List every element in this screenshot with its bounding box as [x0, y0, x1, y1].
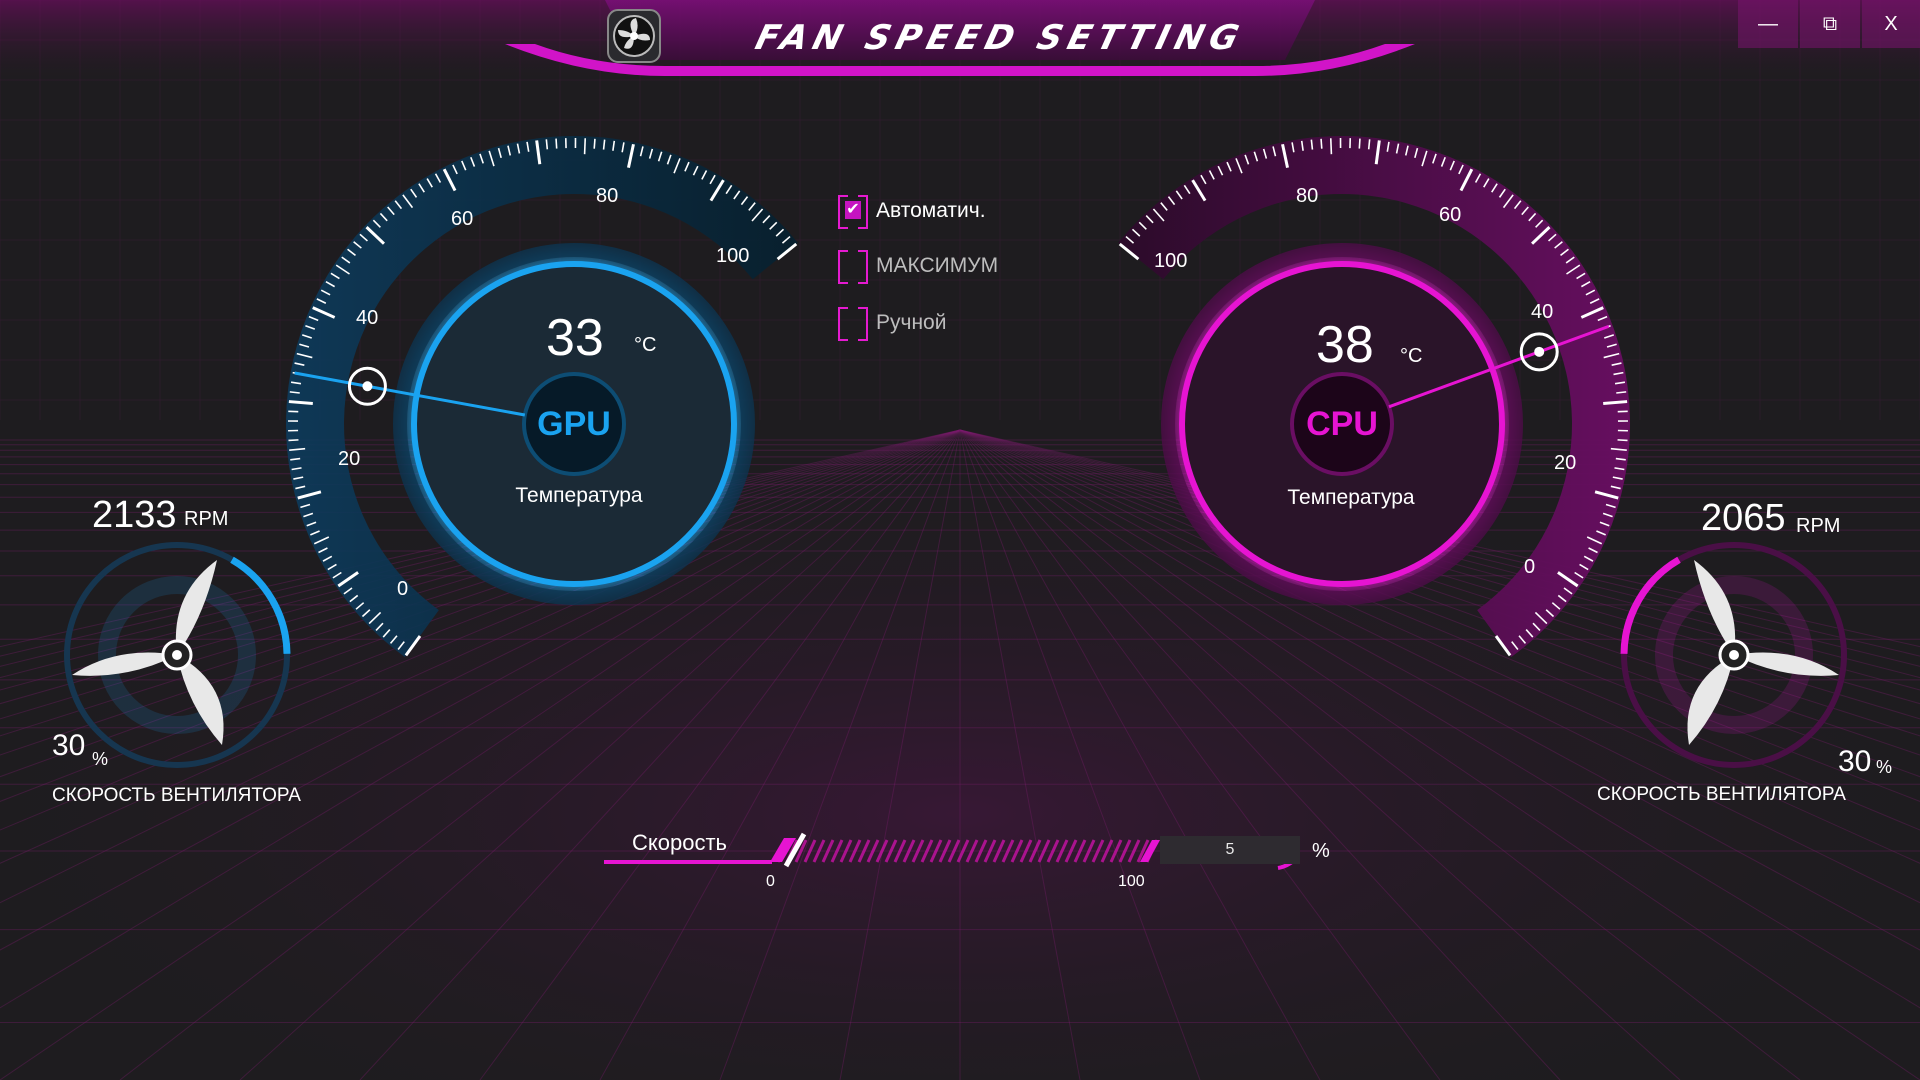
gpu-scale-40: 40 [356, 307, 379, 329]
cpu-scale-0: 0 [1524, 556, 1536, 578]
speed-min-label: 0 [766, 873, 775, 890]
cpu-fan-rpm-unit: RPM [1796, 515, 1841, 537]
gpu-fan-percent-unit: % [92, 749, 109, 769]
cpu-temperature-label: Температура [1287, 486, 1415, 509]
cpu-scale-100: 100 [1154, 250, 1188, 272]
cpu-fan-label: СКОРОСТЬ ВЕНТИЛЯТОРА [1597, 784, 1846, 805]
cpu-scale-80: 80 [1296, 185, 1319, 207]
mode-option-max[interactable]: МАКСИМУМ [838, 249, 999, 284]
gpu-needle-marker-icon [347, 366, 387, 406]
cpu-needle-marker-icon [1519, 332, 1559, 372]
cpu-scale-40: 40 [1531, 301, 1554, 323]
gpu-fan-gauge [64, 542, 291, 768]
speed-max-label: 100 [1118, 873, 1145, 890]
gpu-temperature-label: Температура [515, 484, 643, 507]
mode-option-auto[interactable]: ✔ Автоматич. [838, 194, 986, 229]
gpu-scale-0: 0 [397, 578, 409, 600]
cpu-temperature-unit: °C [1400, 345, 1423, 367]
gpu-gauge [286, 136, 798, 657]
speed-slider-track[interactable] [776, 839, 1159, 863]
cpu-fan-icon [1655, 560, 1839, 745]
mode-option-manual[interactable]: Ручной [838, 306, 947, 341]
gpu-chip-label: GPU [537, 405, 611, 443]
cpu-fan-gauge [1620, 542, 1847, 768]
gpu-fan-rpm-value: 2133 [92, 494, 177, 536]
gpu-temperature-value: 33 [546, 309, 604, 367]
cpu-fan-percent-unit: % [1876, 757, 1893, 777]
gauges-layer [64, 136, 1847, 870]
gpu-fan-icon [72, 560, 256, 745]
cpu-fan-rpm-value: 2065 [1701, 497, 1786, 539]
speed-label: Скорость [632, 830, 728, 855]
gpu-scale-100: 100 [716, 245, 750, 267]
mode-manual-label: Ручной [876, 311, 947, 334]
cpu-fan-percent-value: 30 [1838, 745, 1872, 778]
gpu-scale-80: 80 [596, 185, 619, 207]
gpu-fan-rpm-unit: RPM [184, 508, 229, 530]
gpu-fan-percent-value: 30 [52, 729, 86, 762]
mode-manual-checkbox[interactable] [838, 307, 868, 341]
mode-max-checkbox[interactable] [838, 250, 868, 284]
mode-max-label: МАКСИМУМ [876, 254, 999, 277]
gpu-scale-60: 60 [451, 208, 474, 230]
cpu-gauge [1118, 136, 1630, 657]
gpu-temperature-unit: °C [634, 334, 657, 356]
cpu-scale-60: 60 [1439, 204, 1462, 226]
speed-value-input[interactable]: 5 [1160, 836, 1300, 864]
cpu-scale-20: 20 [1554, 452, 1577, 474]
cpu-temperature-value: 38 [1316, 316, 1374, 374]
mode-auto-label: Автоматич. [876, 199, 986, 222]
speed-unit-label: % [1312, 840, 1330, 862]
gpu-fan-label: СКОРОСТЬ ВЕНТИЛЯТОРА [52, 785, 301, 806]
checkmark-icon: ✔ [845, 201, 861, 219]
cpu-chip-label: CPU [1306, 405, 1378, 443]
mode-auto-checkbox[interactable]: ✔ [838, 195, 868, 229]
gpu-scale-20: 20 [338, 448, 361, 470]
